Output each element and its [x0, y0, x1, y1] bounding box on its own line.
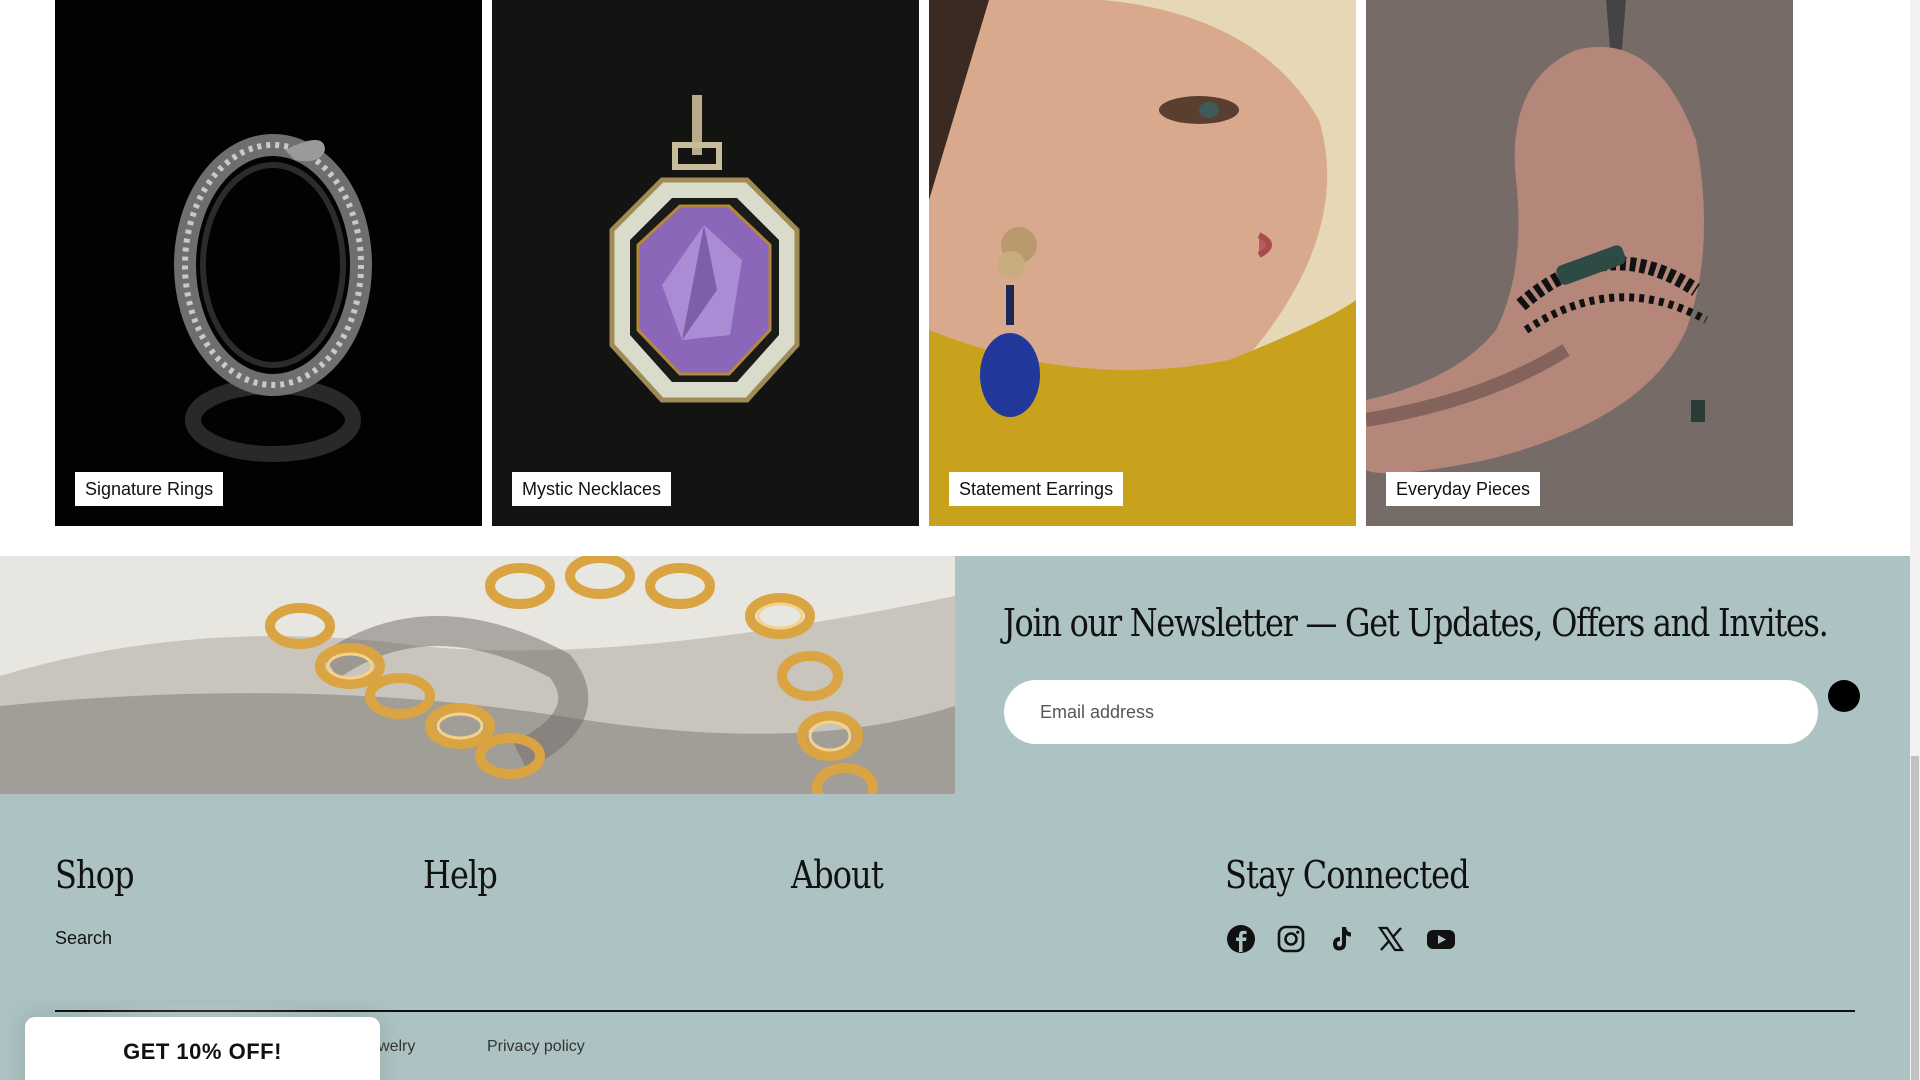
earrings-image — [929, 0, 1356, 526]
privacy-policy-link[interactable]: Privacy policy — [487, 1038, 585, 1056]
collection-card-necklaces[interactable]: Mystic Necklaces — [492, 0, 919, 526]
necklace-image — [492, 0, 919, 526]
gold-chain-image — [0, 556, 955, 794]
footer-shop-title: Shop — [55, 853, 135, 897]
collection-card-everyday[interactable]: Everyday Pieces — [1366, 0, 1793, 526]
footer-connect-title: Stay Connected — [1225, 853, 1470, 897]
discount-popup-label: GET 10% OFF! — [123, 1039, 282, 1064]
bracelet-image — [1366, 0, 1793, 526]
newsletter-section — [0, 556, 1910, 794]
footer-help-title: Help — [423, 853, 498, 897]
facebook-icon[interactable] — [1226, 924, 1256, 954]
scrollbar-thumb[interactable] — [1911, 756, 1919, 1080]
collection-grid: Signature Rings Mystic Necklaces Stateme… — [55, 0, 1795, 526]
x-icon[interactable] — [1376, 924, 1406, 954]
collection-label: Statement Earrings — [949, 472, 1124, 506]
collection-card-earrings[interactable]: Statement Earrings — [929, 0, 1356, 526]
tiktok-icon[interactable] — [1326, 924, 1356, 954]
newsletter-title: Join our Newsletter — Get Updates, Offer… — [1003, 601, 1829, 645]
collection-card-rings[interactable]: Signature Rings — [55, 0, 482, 526]
newsletter-submit-button[interactable] — [1828, 680, 1860, 712]
footer-link-search[interactable]: Search — [55, 928, 112, 949]
footer-about-title: About — [791, 853, 884, 897]
collection-label: Signature Rings — [75, 472, 224, 506]
discount-popup-button[interactable]: GET 10% OFF! — [25, 1017, 380, 1080]
email-field[interactable] — [1004, 680, 1818, 744]
social-links — [1226, 924, 1456, 954]
collection-label: Everyday Pieces — [1386, 472, 1541, 506]
collection-label: Mystic Necklaces — [512, 472, 672, 506]
instagram-icon[interactable] — [1276, 924, 1306, 954]
youtube-icon[interactable] — [1426, 924, 1456, 954]
email-field-wrapper — [1004, 680, 1818, 744]
ring-image — [55, 0, 482, 526]
